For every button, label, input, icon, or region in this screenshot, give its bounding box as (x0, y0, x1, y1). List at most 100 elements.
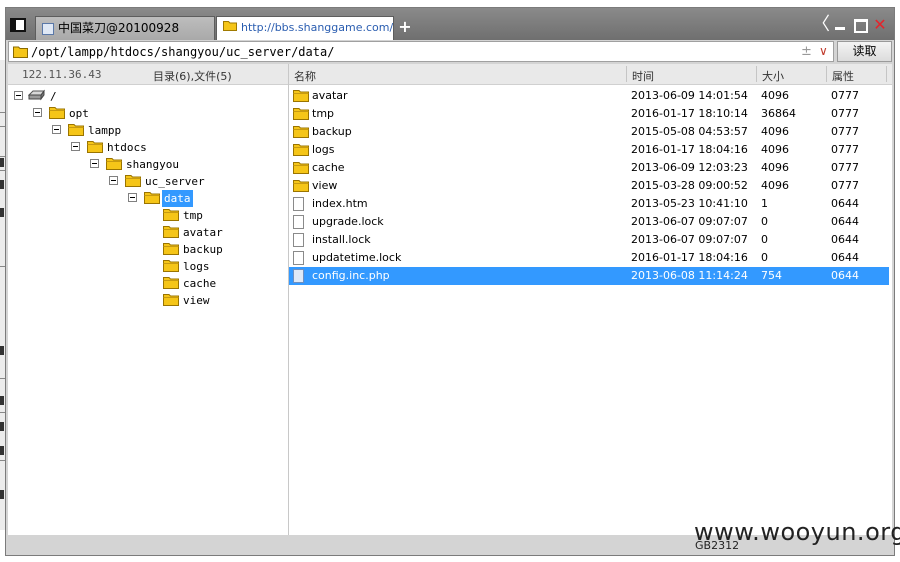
file-time: 2013-05-23 10:41:10 (631, 197, 748, 210)
column-time[interactable]: 时间 (632, 68, 654, 84)
tree-node-label: cache (183, 277, 217, 290)
browser-panes: 122.11.36.43 目录(6),文件(5) 名称 时间 大小 属性 / op… (8, 64, 892, 535)
file-row[interactable]: updatetime.lock 2016-01-17 18:04:16 0 0644 (289, 249, 889, 267)
file-name: index.htm (312, 197, 368, 210)
file-row[interactable]: config.inc.php 2013-06-08 11:14:24 754 0644 (289, 267, 889, 285)
tab-label: 中国菜刀@20100928 (58, 21, 180, 35)
item-counts: 目录(6),文件(5) (153, 70, 232, 83)
tree-node[interactable]: cache (147, 275, 268, 292)
column-perm[interactable]: 属性 (832, 68, 854, 84)
collapse-toggle-icon[interactable] (109, 176, 118, 185)
maximize-icon[interactable] (852, 17, 868, 33)
file-name: view (312, 179, 338, 192)
tree-node[interactable]: data (128, 190, 268, 207)
file-perm: 0644 (831, 233, 859, 246)
file-name: config.inc.php (312, 269, 390, 282)
file-row[interactable]: avatar 2013-06-09 14:01:54 4096 0777 (289, 87, 889, 105)
collapse-toggle-icon[interactable] (71, 142, 80, 151)
file-perm: 0777 (831, 179, 859, 192)
tree-node[interactable]: opt (33, 105, 268, 122)
folder-icon (163, 293, 179, 311)
file-time: 2013-06-07 09:07:07 (631, 233, 748, 246)
file-row[interactable]: backup 2015-05-08 04:53:57 4096 0777 (289, 123, 889, 141)
tree-node-label: data (162, 190, 193, 207)
file-name: logs (312, 143, 335, 156)
folder-icon (223, 17, 237, 39)
column-name[interactable]: 名称 (294, 68, 316, 84)
tree-node-label: tmp (183, 209, 203, 222)
file-name: backup (312, 125, 352, 138)
collapse-toggle-icon[interactable] (33, 108, 42, 117)
file-size: 4096 (761, 179, 789, 192)
read-button[interactable]: 读取 (837, 41, 892, 62)
tab-caidao-home[interactable]: 中国菜刀@20100928 (35, 16, 215, 40)
file-size: 4096 (761, 143, 789, 156)
server-ip: 122.11.36.43 (22, 68, 102, 81)
bookmark-toggle-icon[interactable]: ± (801, 44, 812, 59)
file-row[interactable]: logs 2016-01-17 18:04:16 4096 0777 (289, 141, 889, 159)
file-size: 0 (761, 251, 768, 264)
tree-node-label: / (50, 90, 57, 103)
close-icon[interactable]: ✕ (872, 17, 888, 33)
collapse-toggle-icon[interactable] (90, 159, 99, 168)
file-size: 36864 (761, 107, 796, 120)
file-perm: 0777 (831, 125, 859, 138)
panel-toggle-icon[interactable] (10, 18, 26, 32)
file-row[interactable]: view 2015-03-28 09:00:52 4096 0777 (289, 177, 889, 195)
tree-node[interactable]: backup (147, 241, 268, 258)
file-list-header: 名称 时间 大小 属性 (289, 64, 892, 85)
file-size: 0 (761, 233, 768, 246)
tree-node[interactable]: avatar (147, 224, 268, 241)
file-size: 1 (761, 197, 768, 210)
file-row[interactable]: tmp 2016-01-17 18:10:14 36864 0777 (289, 105, 889, 123)
file-time: 2013-06-08 11:14:24 (631, 269, 748, 282)
file-size: 754 (761, 269, 782, 282)
back-icon[interactable]: 〈 (812, 16, 830, 34)
file-row[interactable]: install.lock 2013-06-07 09:07:07 0 0644 (289, 231, 889, 249)
path-input[interactable]: /opt/lampp/htdocs/shangyou/uc_server/dat… (8, 41, 834, 62)
tree-node[interactable]: logs (147, 258, 268, 275)
file-perm: 0777 (831, 143, 859, 156)
file-row[interactable]: upgrade.lock 2013-06-07 09:07:07 0 0644 (289, 213, 889, 231)
tree-node-label: opt (69, 107, 89, 120)
collapse-toggle-icon[interactable] (128, 193, 137, 202)
file-perm: 0644 (831, 197, 859, 210)
address-bar: /opt/lampp/htdocs/shangyou/uc_server/dat… (8, 41, 892, 63)
tree-node[interactable]: htdocs (71, 139, 268, 156)
file-name: cache (312, 161, 345, 174)
file-row[interactable]: cache 2013-06-09 12:03:23 4096 0777 (289, 159, 889, 177)
tree-node[interactable]: uc_server (109, 173, 268, 190)
tree-node-label: avatar (183, 226, 223, 239)
file-size: 0 (761, 215, 768, 228)
file-name: install.lock (312, 233, 371, 246)
minimize-icon[interactable] (832, 17, 848, 33)
tree-node[interactable]: / (14, 88, 268, 105)
file-perm: 0644 (831, 215, 859, 228)
tree-header: 122.11.36.43 目录(6),文件(5) (8, 64, 288, 85)
window-icon (42, 22, 54, 35)
title-bar: 中国菜刀@20100928 http://bbs.shanggame.com/s… (6, 8, 894, 40)
tree-node-label: shangyou (126, 158, 179, 171)
file-row[interactable]: index.htm 2013-05-23 10:41:10 1 0644 (289, 195, 889, 213)
tree-node[interactable]: lampp (52, 122, 268, 139)
caidao-window: 中国菜刀@20100928 http://bbs.shanggame.com/s… (5, 7, 895, 556)
file-name: avatar (312, 89, 348, 102)
directory-tree: / opt lampp htdocs shangyou uc_serverdata tmp a… (8, 86, 288, 535)
collapse-toggle-icon[interactable] (14, 91, 23, 100)
file-size: 4096 (761, 125, 789, 138)
tree-node[interactable]: tmp (147, 207, 268, 224)
new-tab-button[interactable]: + (398, 18, 412, 36)
watermark: www.wooyun.org (694, 518, 900, 546)
file-time: 2015-03-28 09:00:52 (631, 179, 748, 192)
tree-node[interactable]: shangyou (90, 156, 268, 173)
file-perm: 0777 (831, 107, 859, 120)
file-time: 2016-01-17 18:04:16 (631, 251, 748, 264)
tree-node[interactable]: view (147, 292, 268, 309)
tree-node-label: uc_server (145, 175, 205, 188)
chevron-down-icon[interactable]: ∨ (819, 44, 828, 58)
tree-node-label: backup (183, 243, 223, 256)
column-size[interactable]: 大小 (762, 68, 784, 84)
tree-node-label: lampp (88, 124, 122, 137)
collapse-toggle-icon[interactable] (52, 125, 61, 134)
tab-shanggame-site[interactable]: http://bbs.shanggame.com/s... (216, 16, 394, 40)
